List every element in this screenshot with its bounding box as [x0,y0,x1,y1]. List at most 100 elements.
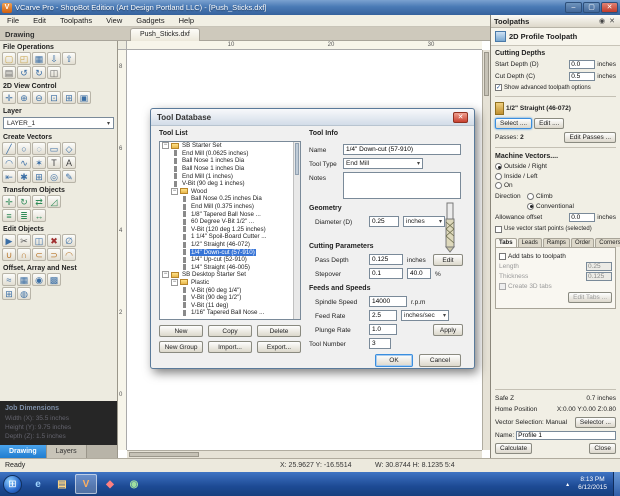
distribute-icon[interactable]: ≣ [17,209,31,222]
draw-star-icon[interactable]: ✶ [32,156,46,169]
stepover-percent-input[interactable] [407,268,431,279]
taskbar-browser-icon[interactable]: e [27,474,49,494]
subtract-icon[interactable]: ∩ [17,248,31,261]
add-tabs-checkbox[interactable] [499,252,506,260]
canvas-vscrollbar[interactable] [482,50,490,450]
feed-units-select[interactable]: inches/sec ▾ [401,310,449,321]
menu-edit[interactable]: Edit [26,15,53,26]
show-desktop-button[interactable] [613,472,620,496]
radio-outside-right[interactable] [495,163,502,170]
tree-expander-icon[interactable]: − [171,187,178,195]
close-toolpath-button[interactable]: Close [589,442,616,454]
draw-rectangle-icon[interactable]: ▭ [47,142,61,155]
tree-item-1-4-straight-46-005[interactable]: 1/4" Straight (46-005) [160,264,300,272]
stretch-icon[interactable]: ↔ [32,209,46,222]
export-button[interactable]: Export... [257,341,301,353]
tab-tabs[interactable]: Tabs [495,237,517,247]
dimension-icon[interactable]: ⇤ [2,170,16,183]
copy-tool-button[interactable]: Copy [208,325,252,337]
delete-tool-button[interactable]: Delete [257,325,301,337]
cut-depth-input[interactable] [569,71,596,81]
zoom-out-icon[interactable]: ⊖ [32,91,46,104]
text-tool-icon[interactable]: T [47,156,61,169]
new-tool-button[interactable]: New [159,325,203,337]
tree-item-1-4-down-cut-57-910[interactable]: 1/4" Down-cut (57-910) [160,248,300,256]
tab-drawing[interactable]: Drawing [0,445,47,458]
zoom-selected-icon[interactable]: ▣ [77,91,91,104]
tree-item-ball-nose-1-inches-dia[interactable]: Ball Nose 1 inches Dia [160,165,300,173]
import-vectors-icon[interactable]: ⇩ [47,52,61,65]
extend-icon[interactable]: ⊃ [47,248,61,261]
start-depth-input[interactable] [569,59,596,69]
ok-button[interactable]: OK [375,354,413,367]
draw-ellipse-icon[interactable]: ◌ [32,142,46,155]
fillet-icon[interactable]: ◠ [62,248,76,261]
tab-corners[interactable]: Corners [595,237,620,247]
menu-view[interactable]: View [99,15,129,26]
tree-item-v-bit-11-deg[interactable]: V-Bit (11 deg) [160,301,300,309]
tab-layers[interactable]: Layers [46,445,87,458]
close-panel-icon[interactable]: ✕ [607,17,617,25]
tree-item-1-2-straight-46-072[interactable]: 1/2" Straight (46-072) [160,241,300,249]
taskbar-shopbot-icon[interactable]: ◆ [99,474,121,494]
menu-gadgets[interactable]: Gadgets [129,15,171,26]
radio-on[interactable] [495,182,502,189]
radio-conventional[interactable] [527,202,534,210]
paste-icon[interactable]: ◫ [47,66,61,79]
stepover-input[interactable] [369,268,403,279]
draw-curve-icon[interactable]: ∿ [17,156,31,169]
taskbar-clock[interactable]: 8:13 PM 6/12/2015 [578,476,607,492]
open-file-icon[interactable]: ◰ [17,52,31,65]
tree-item-ball-nose-1-inches-dia[interactable]: Ball Nose 1 inches Dia [160,157,300,165]
allowance-input[interactable] [569,213,596,222]
minimize-button[interactable]: – [565,2,582,13]
array-copy-icon[interactable]: ▦ [17,273,31,286]
align-icon[interactable]: ≡ [2,209,16,222]
tree-item-end-mill-0-0625-inches[interactable]: End Mill (0.0625 inches) [160,150,300,158]
taskbar-vcarve-icon[interactable]: V [75,474,97,494]
close-button[interactable]: ✕ [601,2,618,13]
tool-number-input[interactable] [369,338,391,349]
tray-expand-icon[interactable]: ▴ [566,481,569,488]
toolpath-name-input[interactable] [516,430,616,440]
rotate-icon[interactable]: ↻ [17,195,31,208]
canvas-hscrollbar[interactable] [127,450,482,458]
block-array-icon[interactable]: ⊞ [2,287,16,300]
select-icon[interactable]: ▶ [2,234,16,247]
tree-item-end-mill-0-375-inches[interactable]: End Mill (0.375 inches) [160,203,300,211]
dialog-close-button[interactable]: ✕ [453,111,468,123]
nest-parts-icon[interactable]: ▩ [47,273,61,286]
document-tab[interactable]: Push_Sticks.dxf [130,28,200,41]
save-file-icon[interactable]: ▦ [32,52,46,65]
tree-item-1-4-up-cut-52-910[interactable]: 1/4" Up-cut (52-910) [160,256,300,264]
tree-item-v-bit-90-deg-1-2[interactable]: V-Bit (90 deg 1/2") [160,294,300,302]
pass-depth-input[interactable] [369,254,403,265]
edit-passes-button[interactable]: Edit Passes ... [564,131,616,143]
undo-icon[interactable]: ↺ [17,66,31,79]
circular-array-icon[interactable]: ◉ [32,273,46,286]
snap-icon[interactable]: ◎ [47,170,61,183]
radio-climb[interactable] [527,193,534,200]
tree-expander-icon[interactable]: − [162,271,169,279]
plunge-rate-input[interactable] [369,324,397,335]
tool-name-input[interactable] [343,144,461,155]
pan-icon[interactable]: ✛ [2,91,16,104]
spindle-speed-input[interactable] [369,296,407,307]
vector-start-points-checkbox[interactable] [495,225,502,233]
menu-file[interactable]: File [0,15,26,26]
cancel-button[interactable]: Cancel [419,354,461,367]
edit-tool-button[interactable]: Edit .... [534,117,565,129]
mirror-icon[interactable]: ⇄ [32,195,46,208]
delete-icon[interactable]: ✖ [47,234,61,247]
menu-toolpaths[interactable]: Toolpaths [53,15,99,26]
select-tool-button[interactable]: Select .... [495,117,533,129]
dialog-titlebar[interactable]: Tool Database ✕ [151,109,474,126]
diameter-input[interactable] [369,216,399,227]
tree-item-v-bit-60-deg-1-4[interactable]: V-Bit (60 deg 1/4") [160,286,300,294]
tree-expander-icon[interactable]: − [162,142,169,150]
tree-item-v-bit-120-deg-1-25-inches[interactable]: V-Bit (120 deg 1.25 inches) [160,226,300,234]
menu-help[interactable]: Help [172,15,201,26]
draw-line-icon[interactable]: ╱ [2,142,16,155]
tab-thickness-input[interactable] [586,272,612,281]
gear-vector-icon[interactable]: ✱ [17,170,31,183]
